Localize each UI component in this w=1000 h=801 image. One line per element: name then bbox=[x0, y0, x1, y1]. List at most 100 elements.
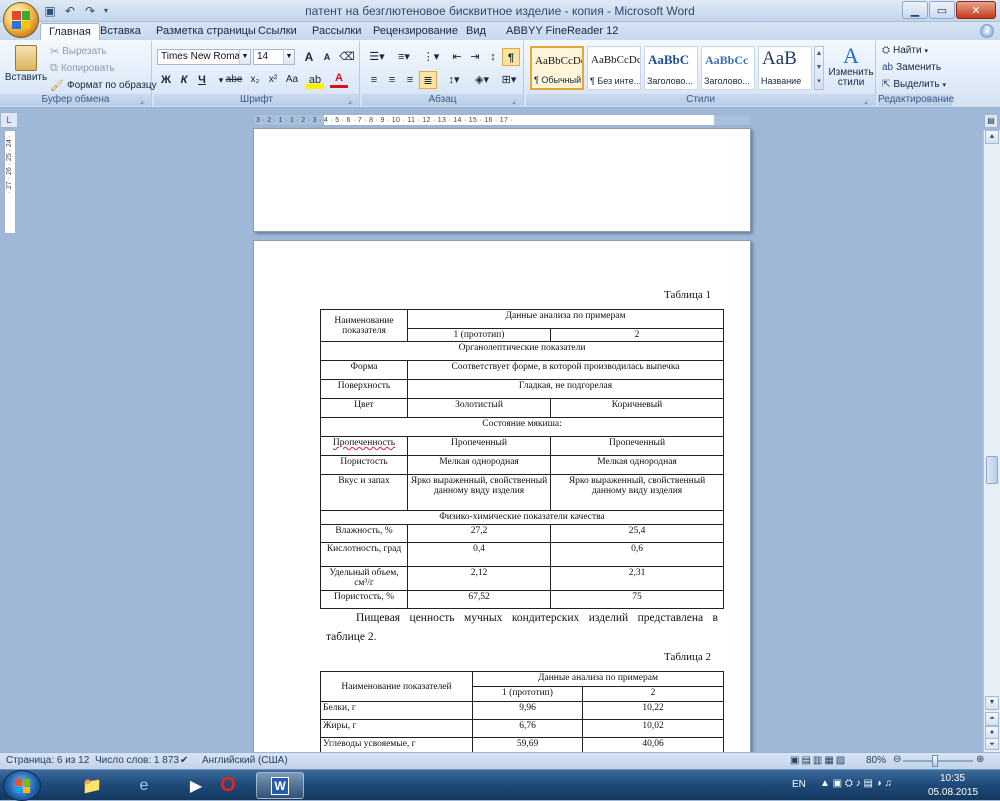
tab-mailings[interactable]: Рассылки bbox=[304, 23, 369, 40]
table-cell: Гладкая, не подгорелая bbox=[408, 380, 724, 399]
body-paragraph: Пищевая ценность мучных кондитерских изд… bbox=[326, 609, 718, 647]
word-taskbar-icon[interactable]: W bbox=[256, 772, 304, 799]
table-cell: Белки, г bbox=[321, 702, 473, 720]
grow-font-label: A bbox=[305, 50, 314, 64]
scroll-down-icon[interactable]: ▼ bbox=[985, 696, 999, 710]
input-language[interactable]: EN bbox=[792, 779, 806, 790]
tab-review[interactable]: Рецензирование bbox=[365, 23, 466, 40]
help-icon[interactable]: ? bbox=[980, 24, 994, 38]
tab-insert[interactable]: Вставка bbox=[92, 23, 149, 40]
cut-button[interactable]: ✂ Вырезать bbox=[50, 45, 107, 58]
tray-icons[interactable]: ▲ ▣ ⛭ ♪ ▤ ◑ ♫ bbox=[820, 778, 892, 789]
change-case-button[interactable]: Aa bbox=[282, 71, 302, 89]
sort-icon[interactable]: ↕ bbox=[484, 48, 502, 66]
prev-page-icon[interactable]: ⏶ bbox=[985, 712, 999, 726]
align-right-icon[interactable]: ≡ bbox=[401, 71, 419, 89]
borders-icon[interactable]: ⊞▾ bbox=[498, 71, 520, 89]
word-count[interactable]: Число слов: 1 873 bbox=[95, 755, 179, 766]
shading-icon[interactable]: ◈▾ bbox=[470, 71, 494, 89]
vertical-scrollbar[interactable]: ▲ ▼ ⏶ ● ⏷ bbox=[983, 130, 1000, 752]
numbering-icon[interactable]: ≡▾ bbox=[392, 48, 416, 66]
page-count[interactable]: Страница: 6 из 12 bbox=[6, 755, 89, 766]
paragraph-launcher-icon[interactable]: ⌟ bbox=[512, 96, 521, 105]
table-2[interactable]: Наименование показателей Данные анализа … bbox=[320, 671, 724, 756]
scroll-up-icon[interactable]: ▲ bbox=[985, 130, 999, 144]
clipboard-launcher-icon[interactable]: ⌟ bbox=[140, 96, 149, 105]
align-left-icon[interactable]: ≡ bbox=[365, 71, 383, 89]
page-previous[interactable] bbox=[253, 128, 751, 232]
font-size-combo[interactable]: 14 ▼ bbox=[253, 49, 295, 65]
style-normal[interactable]: AaBbCcDc ¶ Обычный bbox=[530, 46, 584, 90]
multilevel-list-icon[interactable]: ⋮▾ bbox=[419, 48, 443, 66]
paste-button[interactable]: Вставить bbox=[6, 45, 46, 83]
bullets-icon[interactable]: ☰▾ bbox=[365, 48, 389, 66]
increase-indent-icon[interactable]: ⇥ bbox=[466, 48, 484, 66]
minimize-button[interactable]: ▁ bbox=[902, 1, 928, 19]
tab-references[interactable]: Ссылки bbox=[250, 23, 305, 40]
language-status[interactable]: Английский (США) bbox=[202, 755, 288, 766]
zoom-slider-thumb[interactable] bbox=[932, 755, 938, 767]
tab-view[interactable]: Вид bbox=[458, 23, 494, 40]
clock-date[interactable]: 05.08.2015 bbox=[928, 787, 978, 798]
format-painter-button[interactable]: 🖌 Формат по образцу bbox=[50, 79, 157, 92]
close-button[interactable]: ✕ bbox=[956, 1, 996, 19]
zoom-out-icon[interactable]: ⊖ bbox=[893, 754, 901, 765]
styles-scroll-icon[interactable]: ▲▼▾ bbox=[814, 46, 824, 90]
style-heading-2[interactable]: AaBbCc Заголово... bbox=[701, 46, 755, 90]
superscript-button[interactable]: x² bbox=[264, 71, 282, 89]
line-spacing-icon[interactable]: ↕▾ bbox=[442, 71, 466, 89]
maximize-button[interactable]: ▭ bbox=[929, 1, 955, 19]
zoom-slider[interactable] bbox=[903, 760, 973, 762]
zoom-level[interactable]: 80% bbox=[866, 755, 886, 766]
align-center-icon[interactable]: ≡ bbox=[383, 71, 401, 89]
copy-label: Копировать bbox=[61, 63, 115, 74]
start-button[interactable] bbox=[3, 770, 41, 801]
vertical-ruler[interactable]: · 27 · 26 · 25 · 24 · bbox=[4, 130, 16, 234]
justify-icon[interactable]: ≣ bbox=[419, 71, 437, 89]
bold-label: Ж bbox=[161, 74, 171, 86]
subscript-label: x₂ bbox=[251, 74, 260, 85]
style-heading-1[interactable]: AaBbC Заголово... bbox=[644, 46, 698, 90]
tab-page-layout[interactable]: Разметка страницы bbox=[148, 23, 264, 40]
italic-button[interactable]: К bbox=[175, 71, 193, 89]
strikethrough-button[interactable]: abe bbox=[222, 71, 246, 89]
style-title[interactable]: AaB Название bbox=[758, 46, 812, 90]
scroll-thumb[interactable] bbox=[986, 456, 998, 484]
font-name-combo[interactable]: Times New Roman ▼ bbox=[157, 49, 251, 65]
ie-taskbar-icon[interactable]: e bbox=[120, 772, 168, 799]
change-styles-button[interactable]: A Изменить стили bbox=[828, 44, 874, 88]
highlight-icon[interactable]: ab bbox=[306, 71, 324, 89]
tab-home[interactable]: Главная bbox=[40, 23, 100, 40]
select-button[interactable]: ⇱ Выделить▾ bbox=[882, 79, 946, 90]
zoom-in-icon[interactable]: ⊕ bbox=[976, 754, 984, 765]
view-buttons[interactable]: ▣▤▥▦▧ bbox=[790, 755, 847, 766]
shrink-font-button[interactable]: A bbox=[318, 48, 336, 66]
font-color-icon[interactable]: A bbox=[330, 71, 348, 88]
explorer-taskbar-icon[interactable]: 📁 bbox=[68, 772, 116, 799]
find-button[interactable]: ⛭ Найти▾ bbox=[882, 45, 928, 56]
subscript-button[interactable]: x₂ bbox=[246, 71, 264, 89]
replace-button[interactable]: ab Заменить bbox=[882, 62, 941, 73]
page-current[interactable]: Таблица 1 Наименование показателя Данные… bbox=[253, 240, 751, 760]
underline-button[interactable]: Ч bbox=[193, 71, 211, 89]
table-1[interactable]: Наименование показателя Данные анализа п… bbox=[320, 309, 724, 609]
proofing-icon[interactable]: ✔ bbox=[180, 755, 188, 766]
copy-button[interactable]: ⧉ Копировать bbox=[50, 62, 115, 75]
clock-time[interactable]: 10:35 bbox=[940, 773, 965, 784]
decrease-indent-icon[interactable]: ⇤ bbox=[448, 48, 466, 66]
tab-abbyy[interactable]: ABBYY FineReader 12 bbox=[498, 23, 626, 40]
horizontal-ruler[interactable]: 3 · 2 · 1 · 1 · 2 · 3 · 4 · 5 · 6 · 7 · … bbox=[253, 114, 751, 126]
style-no-spacing[interactable]: AaBbCcDc ¶ Без инте... bbox=[587, 46, 641, 90]
office-button[interactable] bbox=[3, 2, 39, 38]
opera-taskbar-icon[interactable]: O bbox=[204, 772, 252, 799]
table-cell: Пропеченный bbox=[551, 437, 724, 456]
grow-font-button[interactable]: A bbox=[300, 48, 318, 66]
view-ruler-icon[interactable]: ▤ bbox=[984, 114, 998, 128]
bold-button[interactable]: Ж bbox=[157, 71, 175, 89]
show-marks-button[interactable]: ¶ bbox=[502, 48, 520, 66]
font-launcher-icon[interactable]: ⌟ bbox=[348, 96, 357, 105]
clear-format-icon[interactable]: ⌫ bbox=[338, 48, 356, 66]
next-page-icon[interactable]: ⏷ bbox=[985, 738, 999, 750]
styles-launcher-icon[interactable]: ⌟ bbox=[864, 96, 873, 105]
tab-selector-icon[interactable]: L bbox=[0, 112, 18, 128]
